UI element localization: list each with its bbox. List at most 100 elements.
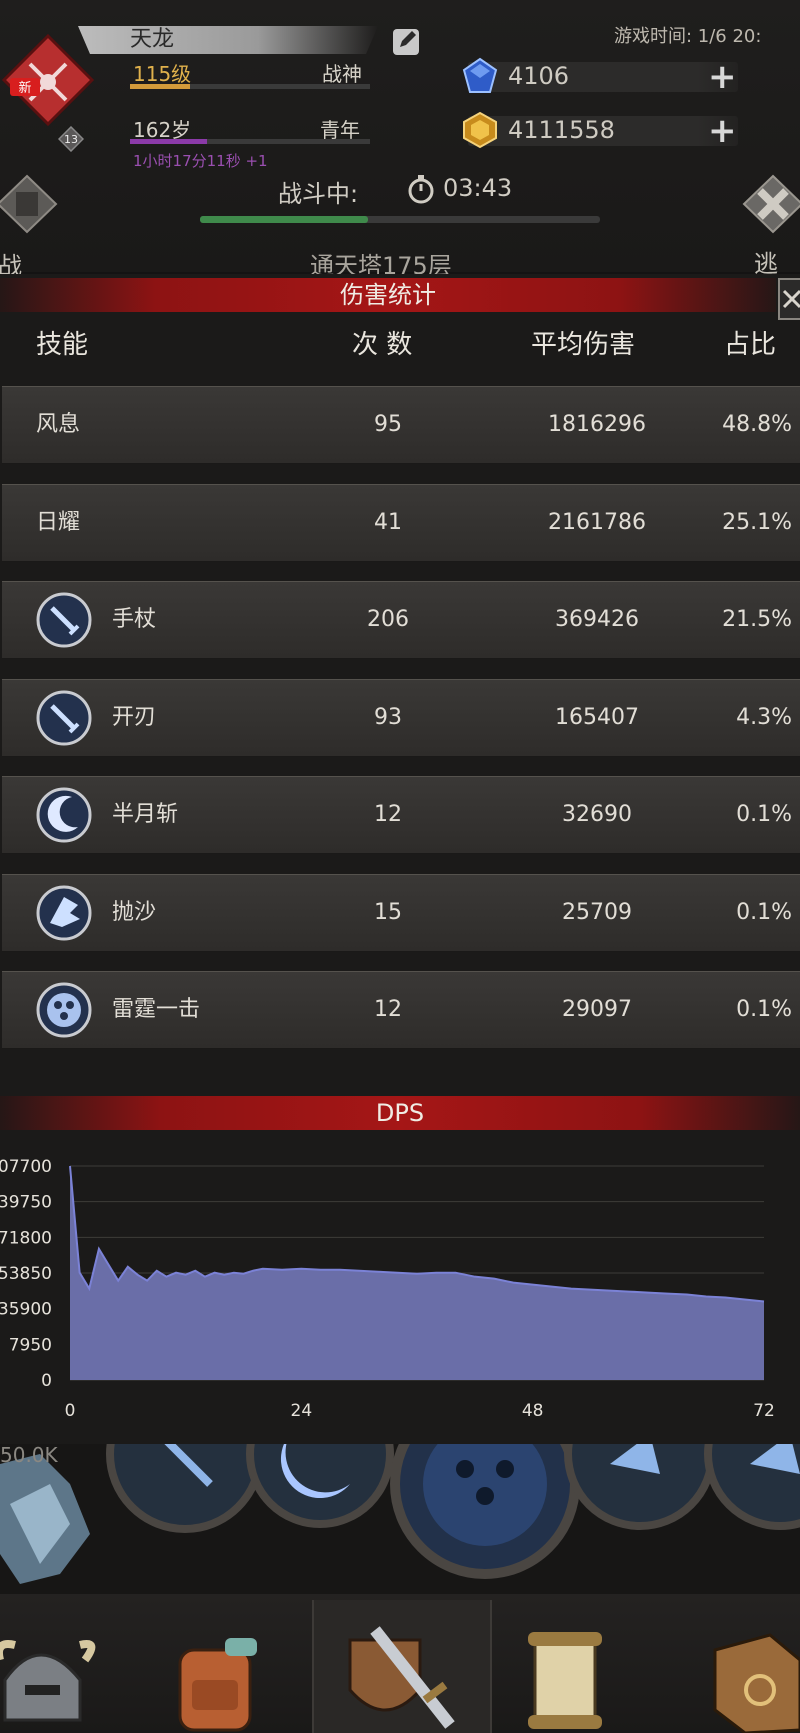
col-share: 占比 [724, 330, 777, 360]
skill-name: 风息 [36, 412, 81, 437]
table-row: 手杖 206 369426 21.5% [2, 581, 800, 659]
svg-text:13: 13 [64, 133, 78, 146]
x-tick-label: 72 [753, 1401, 775, 1421]
x-tick-label: 48 [522, 1401, 544, 1421]
battle-progress-fill [200, 216, 368, 223]
sword-icon [36, 690, 92, 745]
skill-name: 雷霆一击 [112, 997, 201, 1022]
damage-stats-banner: 伤害统计 [0, 278, 776, 312]
game-time: 游戏时间: 1/6 20: [614, 26, 762, 47]
dps-chart: 07700 39750 71800 53850 35900 7950 00 24 48 72 [0, 1157, 775, 1421]
age-progress-fill [130, 139, 207, 144]
table-row: 半月斩 12 32690 0.1% [2, 776, 800, 854]
player-level: 115级 [133, 62, 192, 86]
close-icon [782, 289, 800, 309]
skill-share: 21.5% [722, 607, 792, 632]
skill-avg-damage: 32690 [562, 802, 632, 827]
y-tick-label: 0 [41, 1371, 52, 1391]
player-title: 战神 [322, 62, 362, 86]
stopwatch-icon [408, 175, 434, 204]
y-tick-label: 53850 [0, 1264, 52, 1284]
x-tick-label: 0 [65, 1401, 76, 1421]
skill-avg-damage: 29097 [562, 997, 632, 1022]
dps-banner: DPS [0, 1096, 800, 1130]
sword-shield-icon[interactable] [348, 1626, 455, 1729]
dice-box-icon[interactable] [713, 1633, 800, 1733]
y-tick-label: 71800 [0, 1228, 52, 1248]
skill-slot-sand[interactable] [564, 1444, 716, 1530]
col-count: 次 数 [352, 330, 413, 360]
skill-avg-damage: 1816296 [548, 412, 646, 437]
skill-name: 日耀 [36, 509, 81, 535]
table-row: 雷霆一击 12 29097 0.1% [2, 971, 800, 1049]
skill-count: 93 [374, 704, 402, 730]
scroll-icon[interactable] [528, 1632, 602, 1729]
table-row: 开刃 93 165407 4.3% [2, 678, 800, 757]
player-name: 天龙 [130, 27, 175, 52]
skill-name: 半月斩 [112, 802, 179, 827]
dps-title: DPS [375, 1099, 425, 1127]
col-skill: 技能 [36, 330, 89, 360]
bonus-timer: 1小时17分11秒 +1 [133, 152, 268, 170]
gold-value: 4111558 [508, 116, 615, 144]
sand-icon [36, 885, 92, 940]
backpack-icon[interactable] [178, 1638, 257, 1732]
y-tick-label: 35900 [0, 1300, 52, 1320]
y-tick-label: 7950 [9, 1335, 52, 1355]
skill-slots: 50.0K [0, 1444, 800, 1584]
gem-icon [462, 57, 498, 93]
battle-timer: 03:43 [443, 174, 513, 202]
skill-share: 0.1% [736, 802, 792, 827]
edit-icon[interactable] [390, 24, 424, 58]
skill-slot-wind[interactable] [704, 1444, 800, 1530]
table-row: 日耀 41 2161786 25.1% [2, 483, 800, 562]
nav-icons [0, 1626, 800, 1733]
col-avg-damage: 平均伤害 [531, 330, 636, 360]
skill-avg-damage: 2161786 [548, 509, 646, 535]
close-button[interactable] [778, 278, 800, 320]
skill-avg-damage: 165407 [555, 704, 639, 730]
skill-share: 25.1% [722, 509, 792, 535]
skill-name: 抛沙 [112, 899, 157, 925]
skill-count: 41 [374, 509, 402, 535]
skill-cooldown-text: 50.0K [0, 1444, 59, 1467]
skill-share: 48.8% [722, 412, 792, 437]
skill-count: 95 [374, 412, 402, 437]
damage-stats-title: 伤害统计 [340, 281, 436, 309]
name-plate [78, 26, 378, 54]
thunder-icon [36, 982, 92, 1038]
level-progress-fill [130, 84, 190, 89]
skill-avg-damage: 25709 [562, 899, 632, 925]
helmet-icon[interactable] [0, 1640, 96, 1722]
skill-share: 0.1% [736, 997, 792, 1022]
add-gems-button[interactable]: + [708, 60, 737, 94]
table-row: 抛沙 15 25709 0.1% [2, 873, 800, 952]
skill-name: 开刃 [112, 704, 157, 730]
skill-share: 4.3% [736, 704, 792, 730]
crescent-icon [36, 787, 92, 843]
gold-icon [463, 111, 497, 149]
skill-slot-crescent[interactable] [246, 1444, 394, 1528]
flee-icon[interactable] [742, 174, 800, 234]
challenge-icon[interactable] [0, 174, 58, 234]
skill-share: 0.1% [736, 899, 792, 925]
sword-icon [36, 592, 92, 648]
skill-count: 12 [374, 802, 402, 827]
x-tick-label: 24 [291, 1401, 313, 1421]
y-tick-label: 39750 [0, 1193, 52, 1213]
ice-skill-icon[interactable] [0, 1454, 90, 1584]
skill-count: 15 [374, 899, 402, 925]
skill-count: 206 [367, 607, 409, 632]
gems-value: 4106 [508, 62, 570, 90]
y-tick-label: 07700 [0, 1157, 52, 1177]
skill-slot-sword[interactable] [106, 1444, 264, 1533]
skill-slot-thunder[interactable] [390, 1444, 580, 1579]
skill-avg-damage: 369426 [555, 607, 639, 632]
battle-status-label: 战斗中: [278, 180, 359, 208]
skill-name: 手杖 [112, 607, 157, 632]
avatar-level-badge: 13 [58, 126, 84, 152]
skill-count: 12 [374, 997, 402, 1022]
add-gold-button[interactable]: + [708, 114, 737, 148]
new-badge: 新 [18, 80, 31, 96]
avatar[interactable]: 新 [2, 34, 94, 126]
